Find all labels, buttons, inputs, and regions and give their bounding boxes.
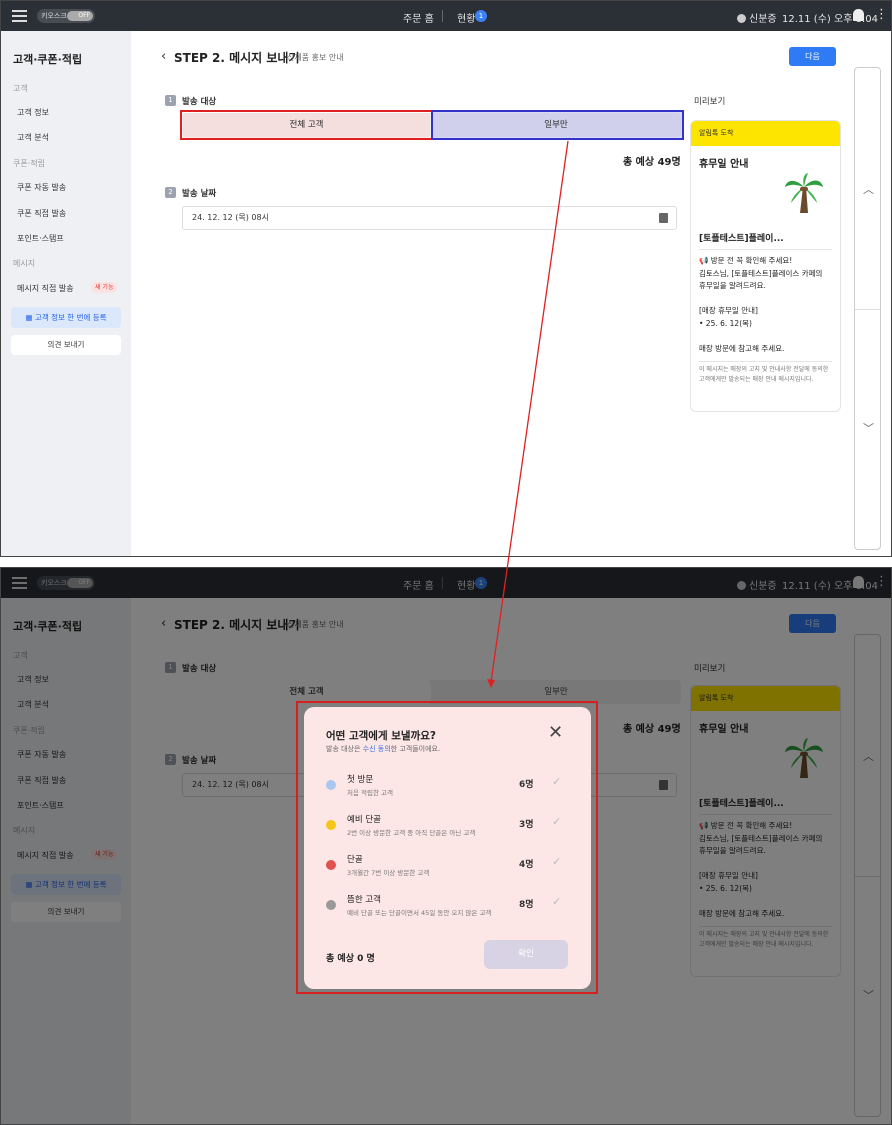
- annotation-arrow: [487, 140, 569, 688]
- arrow-head: [487, 679, 495, 688]
- arrow-line: [490, 140, 569, 683]
